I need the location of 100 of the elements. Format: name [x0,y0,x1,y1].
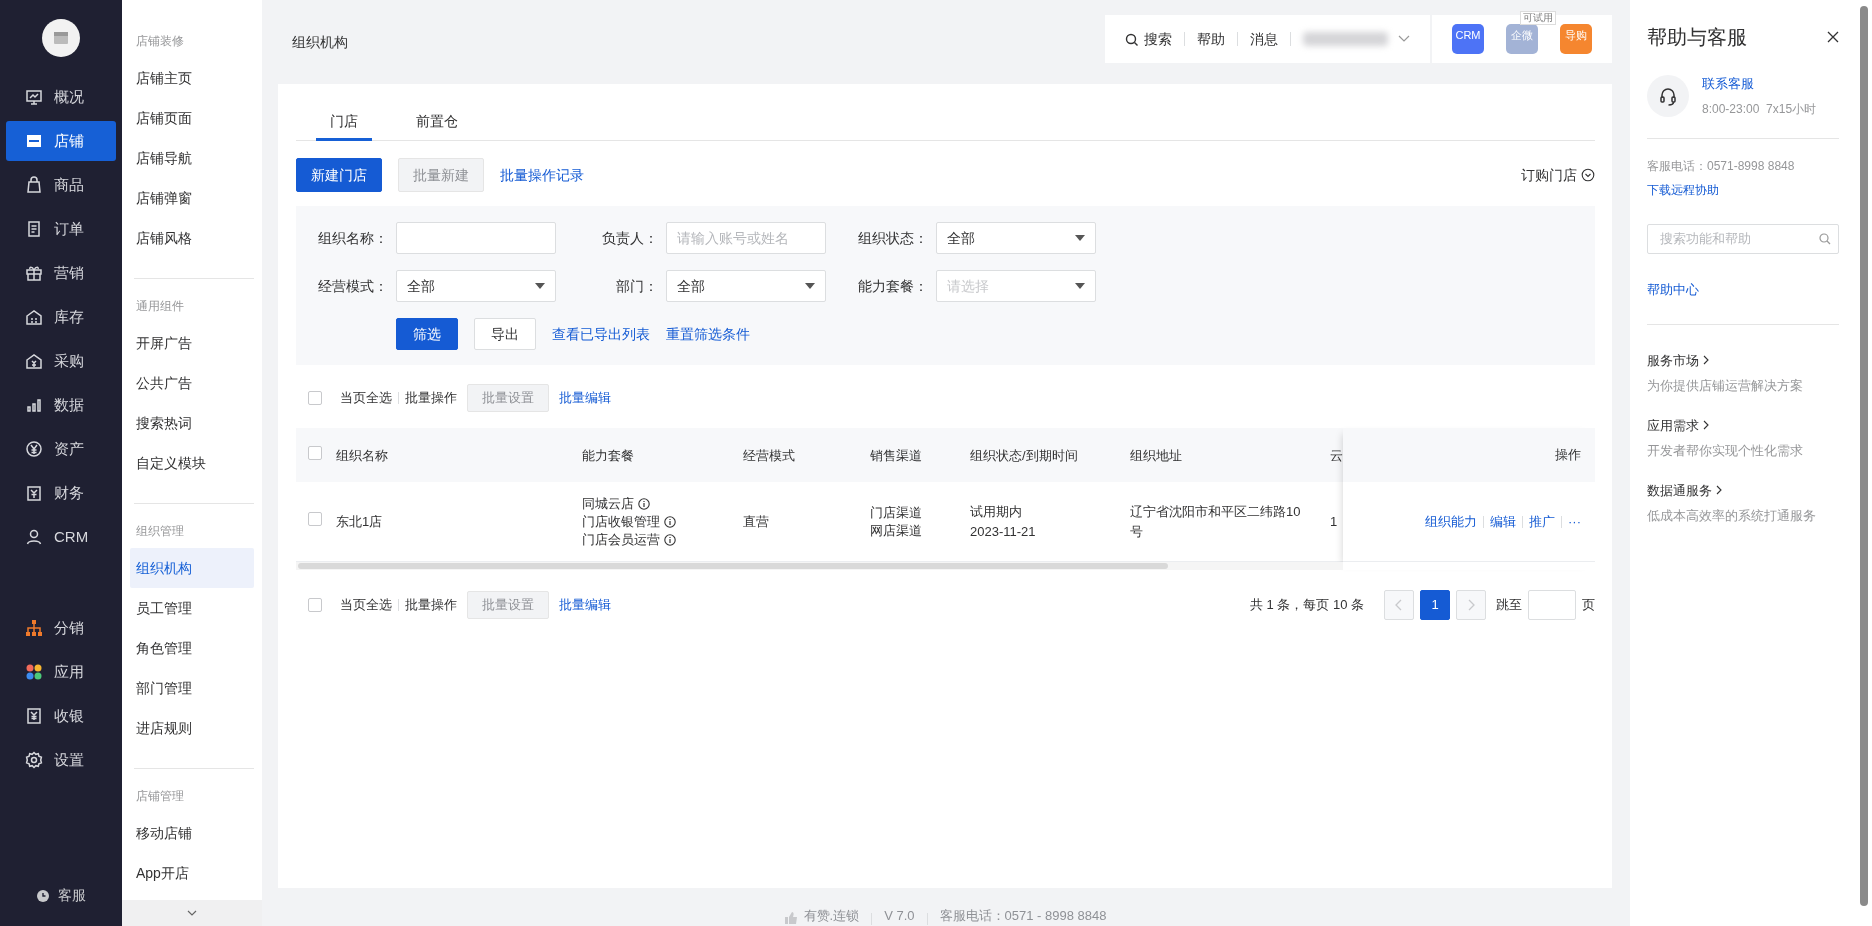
nav-item[interactable]: 店铺 [6,121,116,161]
remote-assist-link[interactable]: 下载远程协助 [1647,180,1719,199]
chevron-right-icon [1467,599,1475,611]
action-link[interactable]: 推广 [1529,511,1555,532]
menu-item[interactable]: 角色管理 [130,628,254,668]
column-header: 操作 [1555,446,1581,465]
service-phone: 客服电话：0571-8998 8848 [1647,157,1796,175]
nav-item[interactable]: 订单 [6,209,116,249]
text-field[interactable] [396,222,556,254]
export-button[interactable]: 导出 [474,318,536,350]
redacted-account[interactable] [1303,32,1388,46]
nav-item[interactable]: 设置 [6,740,116,780]
scroll-down-bar[interactable] [122,900,262,926]
chevron-right-icon [1703,420,1709,431]
subscribe-link[interactable]: 订购门店 [1521,164,1595,186]
filter-link[interactable]: 查看已导出列表 [552,323,650,345]
menu-item[interactable]: 店铺主页 [130,58,254,98]
close-button[interactable] [1827,31,1839,43]
contact-service-link[interactable]: 联系客服 [1702,74,1817,94]
menu-item[interactable]: 员工管理 [130,588,254,628]
nav-item[interactable]: 财务 [6,473,116,513]
filter-label: 经营模式： [317,276,388,296]
action-link[interactable]: 组织能力 [1425,511,1477,532]
batch-log-link[interactable]: 批量操作记录 [500,164,584,186]
chevron-down-icon [1398,35,1410,43]
menu-item[interactable]: 店铺风格 [130,218,254,258]
nav-item[interactable]: 商品 [6,165,116,205]
service-link[interactable]: 数据通服务 [1647,480,1839,500]
menu-item[interactable]: 公共广告 [130,363,254,403]
vertical-scrollbar[interactable] [1860,6,1868,906]
checkbox[interactable] [308,512,322,526]
tab[interactable]: 前置仓 [402,104,472,141]
jump-label: 跳至 [1496,596,1522,615]
menu-item[interactable]: 开屏广告 [130,323,254,363]
user-icon [25,528,43,546]
hierarchy-icon [25,619,43,637]
action-link[interactable]: ··· [1568,511,1581,532]
nav-item[interactable]: 采购 [6,341,116,381]
service-link[interactable]: 客服 [58,885,86,906]
service-link[interactable]: 应用需求 [1647,415,1839,435]
trial-tag: 可试用 [1520,11,1556,25]
messages-link[interactable]: 消息 [1250,28,1278,50]
app-shortcut[interactable]: CRM [1452,24,1484,54]
checkbox[interactable] [308,445,322,460]
menu-item[interactable]: 进店规则 [130,708,254,748]
package-name: 门店会员运营 [582,530,660,549]
search-link[interactable]: 搜索 [1125,28,1172,50]
nav-item[interactable]: 应用 [6,652,116,692]
table-cell-text: 2023-11-21 [970,522,1037,541]
nav-item[interactable]: 概况 [6,77,116,117]
filter-button[interactable]: 筛选 [396,318,458,350]
checkbox[interactable] [308,391,322,405]
help-search-field[interactable]: 搜索功能和帮助 [1647,223,1839,254]
select-field[interactable]: 全部 [396,270,556,302]
batch-edit-link[interactable]: 批量编辑 [559,595,611,615]
select-field[interactable]: 全部 [666,270,826,302]
menu-item[interactable]: 组织机构 [130,548,254,588]
filter-label: 负责人： [601,228,658,248]
menu-item[interactable]: 部门管理 [130,668,254,708]
page-jump-field[interactable] [1528,590,1576,620]
nav-item[interactable]: CRM [6,517,116,557]
menu-item[interactable]: 店铺导航 [130,138,254,178]
new-store-button[interactable]: 新建门店 [296,158,382,192]
menu-item[interactable]: 搜索热词 [130,403,254,443]
text-field[interactable]: 请输入账号或姓名 [666,222,826,254]
nav-item[interactable]: 库存 [6,297,116,337]
gift-icon [25,264,43,282]
nav-item[interactable]: 分销 [6,608,116,648]
nav-item[interactable]: 收银 [6,696,116,736]
select-field[interactable]: 全部 [936,222,1096,254]
help-center-link[interactable]: 帮助中心 [1647,279,1699,299]
checkbox[interactable] [308,598,322,612]
service-link[interactable]: 服务市场 [1647,350,1839,370]
finance-icon [25,484,43,502]
filter-link[interactable]: 重置筛选条件 [666,323,750,345]
menu-item[interactable]: 自定义模块 [130,443,254,483]
service-description: 低成本高效率的系统打通服务 [1647,507,1817,525]
filter-label: 能力套餐： [857,276,928,296]
batch-edit-link[interactable]: 批量编辑 [559,388,611,408]
select-all-label[interactable]: 当页全选 [340,388,392,408]
menu-item[interactable]: App开店 [130,853,254,893]
action-link[interactable]: 编辑 [1490,511,1516,532]
document-icon [25,220,43,238]
menu-item[interactable]: 店铺页面 [130,98,254,138]
horizontal-scrollbar[interactable] [296,562,1343,570]
nav-item[interactable]: 资产 [6,429,116,469]
page-button[interactable]: 1 [1420,590,1450,620]
panel-title: 帮助与客服 [1647,25,1747,50]
apps-icon [25,663,43,681]
tab[interactable]: 门店 [316,104,372,141]
nav-item[interactable]: 营销 [6,253,116,293]
chevron-circle-icon [1581,168,1595,182]
thumbs-up-icon [783,911,798,925]
page-unit-label: 页 [1582,596,1595,615]
menu-item[interactable]: 店铺弹窗 [130,178,254,218]
select-all-label[interactable]: 当页全选 [340,595,392,615]
menu-item[interactable]: 移动店铺 [130,813,254,853]
service-description: 开发者帮你实现个性化需求 [1647,442,1804,460]
nav-item[interactable]: 数据 [6,385,116,425]
help-link[interactable]: 帮助 [1197,28,1225,50]
